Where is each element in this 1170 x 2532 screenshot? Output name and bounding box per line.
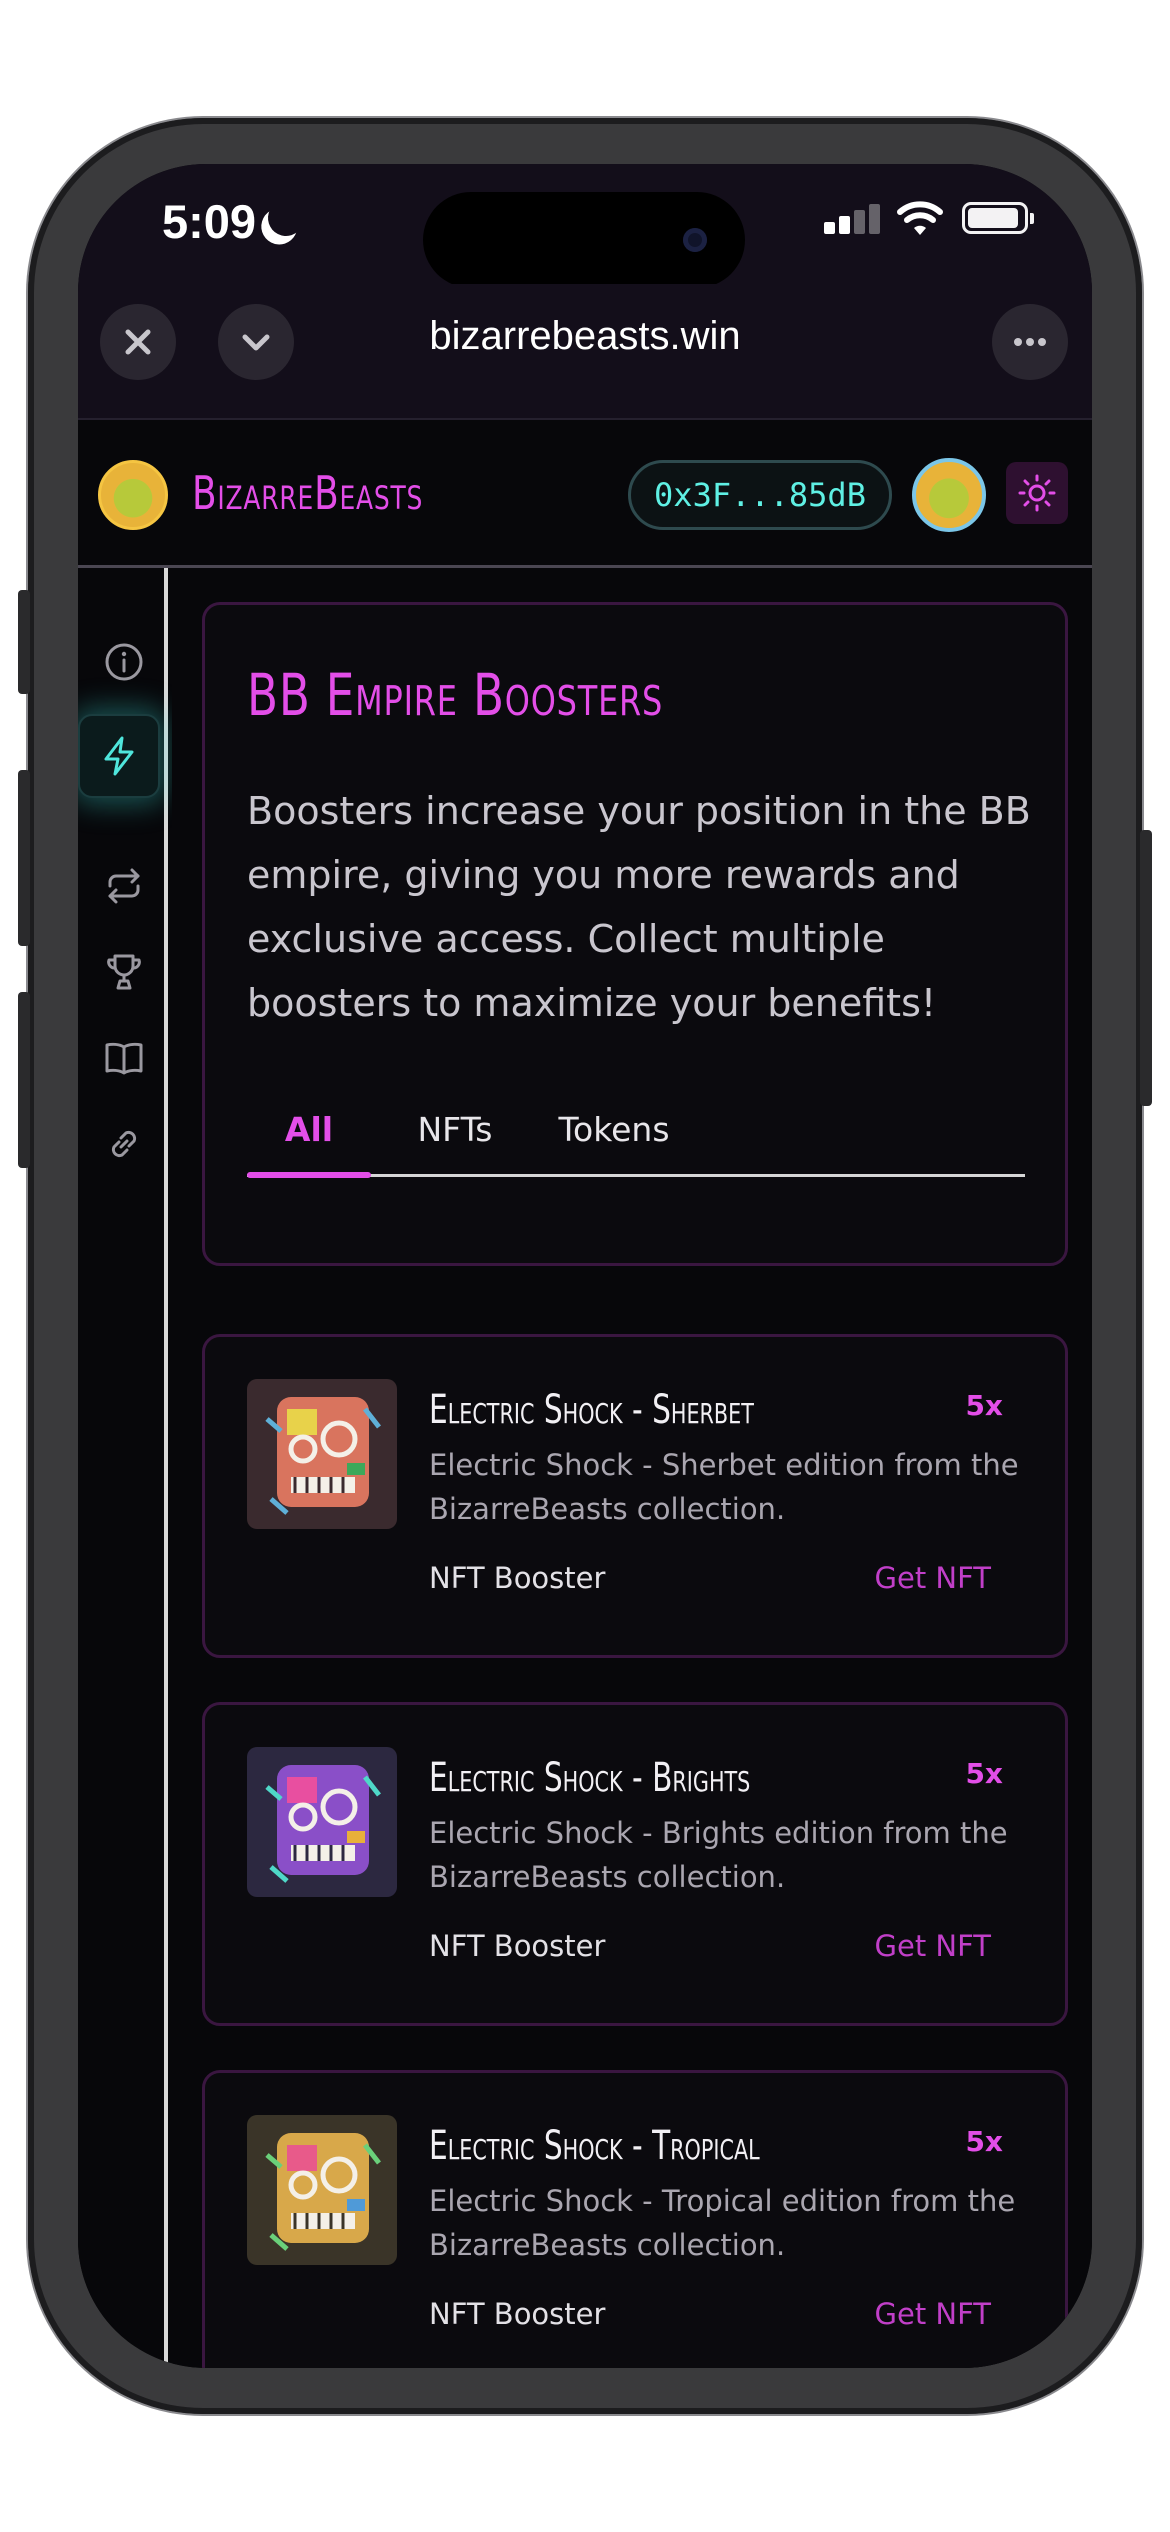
booster-name: Electric Shock - Brights [429,1755,751,1801]
lightning-icon [104,736,134,776]
active-tab-indicator [247,1172,371,1178]
main-content: BB Empire Boosters Boosters increase you… [172,568,1092,2368]
close-button[interactable] [100,304,176,380]
get-nft-link[interactable]: Get NFT [875,2297,991,2331]
chevron-down-icon [242,334,270,351]
volume-up-button [18,770,30,946]
booster-multiplier: 5x [965,1389,1003,1422]
nft-thumbnail [247,1747,397,1897]
booster-type: NFT Booster [429,1929,606,1963]
booster-description: Electric Shock - Brights edition from th… [429,1816,1008,1894]
brand-logo[interactable] [98,460,168,530]
tab-nfts[interactable]: NFTs [393,1081,517,1177]
booster-type: NFT Booster [429,1561,606,1595]
url-label: bizarrebeasts.win [429,314,741,358]
sidebar-item-boosters[interactable] [78,714,160,798]
boosters-intro-card: BB Empire Boosters Boosters increase you… [202,602,1068,1266]
brand-title[interactable]: BizarreBeasts [192,466,423,520]
moon-icon [263,195,308,240]
booster-card: Electric Shock - Sherbet 5x Electric Sho… [202,1334,1068,1658]
sidebar-item-swap[interactable] [88,850,160,922]
dynamic-island [423,192,745,288]
booster-card: Electric Shock - Brights 5x Electric Sho… [202,1702,1068,2026]
sun-icon [1018,474,1056,512]
swap-icon [108,868,140,904]
sidebar [78,568,168,2368]
browser-bar: bizarrebeasts.win [78,284,1092,420]
booster-description: Electric Shock - Sherbet edition from th… [429,1448,1019,1526]
sidebar-item-info[interactable] [88,626,160,698]
book-icon [105,1042,143,1075]
tab-tokens-label: Tokens [558,1109,670,1149]
camera-icon [683,228,707,252]
sidebar-item-docs[interactable] [88,1022,160,1094]
booster-name: Electric Shock - Sherbet [429,1387,754,1433]
action-button [18,590,30,694]
wifi-icon [897,201,943,235]
page-description: Boosters increase your position in the B… [247,789,1031,1025]
theme-toggle-button[interactable] [1006,462,1068,524]
tab-tokens[interactable]: Tokens [539,1081,689,1177]
nft-thumbnail [247,1379,397,1529]
trophy-icon [107,954,141,990]
status-bar: 5:09 [78,164,1092,288]
screen: 5:09 bizarrebeasts.win BizarreBeasts 0x3… [78,164,1092,2368]
power-button [1140,830,1152,1106]
signal-icon [824,204,880,234]
more-options-button[interactable] [992,304,1068,380]
info-icon [105,643,143,681]
nft-thumbnail [247,2115,397,2265]
sidebar-item-leaderboard[interactable] [88,936,160,1008]
booster-name: Electric Shock - Tropical [429,2123,760,2169]
tab-all[interactable]: All [247,1081,371,1177]
get-nft-link[interactable]: Get NFT [875,1929,991,1963]
volume-down-button [18,992,30,1168]
sidebar-item-links[interactable] [88,1108,160,1180]
booster-multiplier: 5x [965,2125,1003,2158]
tab-nfts-label: NFTs [417,1109,493,1149]
close-icon [125,329,151,355]
app-header: BizarreBeasts 0x3F...85dB [78,420,1092,568]
status-time: 5:09 [162,195,257,248]
booster-multiplier: 5x [965,1757,1003,1790]
tab-all-label: All [284,1109,334,1149]
wallet-address-button[interactable]: 0x3F...85dB [628,460,892,530]
avatar[interactable] [912,458,986,532]
booster-card: Electric Shock - Tropical 5x Electric Sh… [202,2070,1068,2368]
page-title: BB Empire Boosters [247,661,664,729]
booster-description: Electric Shock - Tropical edition from t… [429,2184,1016,2262]
get-nft-link[interactable]: Get NFT [875,1561,991,1595]
battery-icon [962,202,1034,234]
filter-tabs: All NFTs Tokens [247,1081,1025,1178]
more-icon [1014,338,1046,346]
booster-type: NFT Booster [429,2297,606,2331]
link-icon [111,1130,137,1158]
